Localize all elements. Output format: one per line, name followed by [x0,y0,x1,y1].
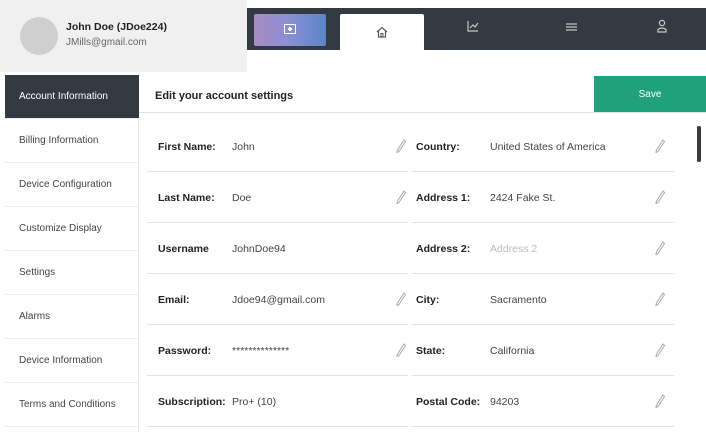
sidebar-item-alarms[interactable]: Alarms [5,295,139,339]
sidebar-item-billing-information[interactable]: Billing Information [5,119,139,163]
pencil-icon[interactable] [396,190,406,204]
chart-icon[interactable] [463,20,483,35]
sidebar-item-device-configuration[interactable]: Device Configuration [5,163,139,207]
field-label: Postal Code: [416,396,481,408]
field-label: First Name: [158,141,216,153]
field-label: Subscription: [158,396,226,408]
subscription-field: Subscription: Pro+ (10) [147,377,408,427]
city-field: City: Sacramento [412,275,674,325]
postal-code-field: Postal Code: 94203 [412,377,674,427]
avatar[interactable] [20,17,58,55]
city-input[interactable]: Sacramento [490,275,547,325]
email-input[interactable]: Jdoe94@gmail.com [232,275,325,325]
launch-icon [284,24,296,34]
country-input[interactable]: United States of America [490,122,606,172]
state-input[interactable]: California [490,326,534,376]
page-title: Edit your account settings [155,90,294,102]
sidebar: Account Information Billing Information … [5,75,139,432]
field-label: Address 2: [416,243,471,255]
pencil-icon[interactable] [396,343,406,357]
list-icon[interactable] [561,21,581,35]
sidebar-item-settings[interactable]: Settings [5,251,139,295]
first-name-field: First Name: John [147,122,408,172]
field-label: Address 1: [416,192,471,204]
sidebar-item-account-information[interactable]: Account Information [5,75,139,119]
last-name-field: Last Name: Doe [147,173,408,223]
field-label: Email: [158,294,190,306]
field-label: Last Name: [158,192,215,204]
pencil-icon[interactable] [655,139,665,153]
save-button[interactable]: Save [594,76,706,112]
field-label: Country: [416,141,460,153]
sidebar-item-customize-display[interactable]: Customize Display [5,207,139,251]
address-1-field: Address 1: 2424 Fake St. [412,173,674,223]
first-name-input[interactable]: John [232,122,255,172]
sidebar-item-terms-and-conditions[interactable]: Terms and Conditions [5,383,139,427]
sidebar-item-device-information[interactable]: Device Information [5,339,139,383]
address-1-input[interactable]: 2424 Fake St. [490,173,555,223]
country-field: Country: United States of America [412,122,674,172]
profile-email: JMills@gmail.com [66,37,147,48]
pencil-icon[interactable] [396,139,406,153]
profile-name: John Doe (JDoe224) [66,21,167,33]
pencil-icon[interactable] [655,190,665,204]
username-value: JohnDoe94 [232,243,286,255]
pencil-icon[interactable] [655,241,665,255]
username-field: Username JohnDoe94 [147,224,408,274]
pencil-icon[interactable] [655,292,665,306]
field-label: Username [158,243,209,255]
subscription-value: Pro+ (10) [232,396,277,408]
tab-home[interactable] [340,14,424,52]
pencil-icon[interactable] [396,292,406,306]
password-field: Password: ************** [147,326,408,376]
email-field: Email: Jdoe94@gmail.com [147,275,408,325]
profile-header: John Doe (JDoe224) JMills@gmail.com [0,0,247,72]
address-2-input[interactable]: Address 2 [490,224,537,274]
field-label: Password: [158,345,212,357]
password-input[interactable]: ************** [232,326,289,376]
divider [139,112,706,113]
postal-code-input[interactable]: 94203 [490,377,519,427]
pencil-icon[interactable] [655,394,665,408]
last-name-input[interactable]: Doe [232,173,251,223]
state-field: State: California [412,326,674,376]
field-label: State: [416,345,446,357]
launch-button[interactable] [254,14,326,46]
home-icon [374,26,390,41]
user-icon[interactable] [652,19,672,36]
pencil-icon[interactable] [655,343,665,357]
field-label: City: [416,294,440,306]
scrollbar[interactable] [697,126,701,162]
address-2-field: Address 2: Address 2 [412,224,674,274]
